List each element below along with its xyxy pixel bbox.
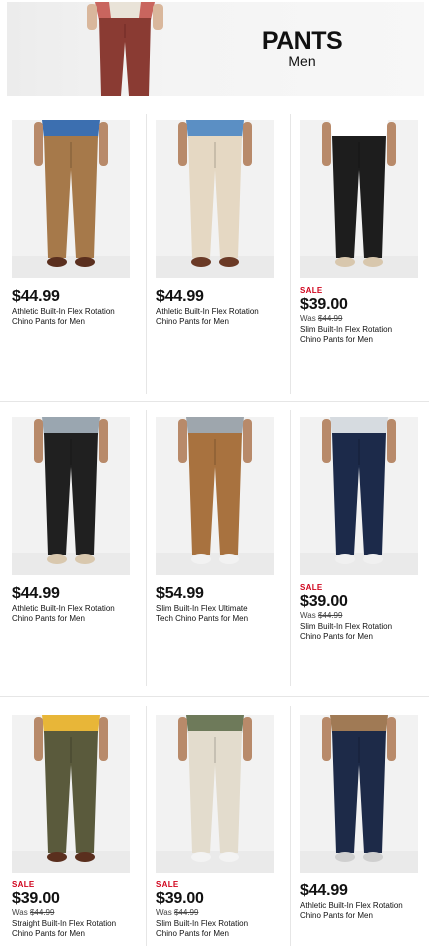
product-name-line: Chino Pants for Men <box>12 317 85 326</box>
banner-model-image <box>87 2 163 96</box>
grid-divider <box>290 706 291 946</box>
was-label: Was <box>300 314 318 323</box>
product-name-line: Chino Pants for Men <box>156 929 229 938</box>
product-name-link[interactable]: Slim Built-In Flex Rotation Chino Pants f… <box>300 622 428 642</box>
was-price: Was $44.99 <box>156 908 198 917</box>
product-name-line: Slim Built-In Flex Rotation <box>156 919 249 928</box>
product-name-link[interactable]: Athletic Built-In Flex Rotation Chino Pan… <box>156 307 284 327</box>
was-label: Was <box>12 908 30 917</box>
product-price: $39.00 <box>156 890 204 907</box>
product-image[interactable] <box>12 120 130 278</box>
original-price: $44.99 <box>173 908 199 917</box>
product-image[interactable] <box>12 715 130 873</box>
product-name-line: Slim Built-In Flex Rotation <box>300 622 393 631</box>
product-name-line: Chino Pants for Men <box>300 911 373 920</box>
row-divider <box>0 401 429 402</box>
was-label: Was <box>156 908 174 917</box>
product-name-line: Athletic Built-In Flex Rotation <box>156 307 259 316</box>
product-name-link[interactable]: Slim Built-In Flex Ultimate Tech Chino Pa… <box>156 604 284 624</box>
product-price: $39.00 <box>12 890 60 907</box>
product-price: $54.99 <box>156 585 204 602</box>
product-price: $44.99 <box>156 288 204 305</box>
was-label: Was <box>300 611 318 620</box>
product-image[interactable] <box>12 417 130 575</box>
product-price: $44.99 <box>300 882 348 899</box>
product-name-line: Chino Pants for Men <box>300 632 373 641</box>
product-price: $39.00 <box>300 593 348 610</box>
product-name-line: Chino Pants for Men <box>12 614 85 623</box>
sale-badge: SALE <box>300 583 323 592</box>
row-divider <box>0 696 429 697</box>
sale-badge: SALE <box>300 286 323 295</box>
grid-divider <box>146 410 147 686</box>
product-name-link[interactable]: Slim Built-In Flex Rotation Chino Pants f… <box>300 325 428 345</box>
product-image[interactable] <box>300 417 418 575</box>
banner-title: PANTS Men <box>247 28 357 68</box>
was-price: Was $44.99 <box>300 611 342 620</box>
product-price: $44.99 <box>12 288 60 305</box>
product-name-line: Straight Built-In Flex Rotation <box>12 919 117 928</box>
was-price: Was $44.99 <box>300 314 342 323</box>
product-image[interactable] <box>156 417 274 575</box>
product-name-line: Athletic Built-In Flex Rotation <box>300 901 403 910</box>
product-name-line: Athletic Built-In Flex Rotation <box>12 307 115 316</box>
grid-divider <box>146 114 147 394</box>
original-price: $44.99 <box>317 611 343 620</box>
sale-badge: SALE <box>12 880 35 889</box>
sale-badge: SALE <box>156 880 179 889</box>
was-price: Was $44.99 <box>12 908 54 917</box>
grid-divider <box>290 114 291 394</box>
grid-divider <box>290 410 291 686</box>
product-name-line: Tech Chino Pants for Men <box>156 614 249 623</box>
product-name-line: Slim Built-In Flex Ultimate <box>156 604 248 613</box>
product-image[interactable] <box>156 715 274 873</box>
product-name-link[interactable]: Straight Built-In Flex Rotation Chino Pan… <box>12 919 140 939</box>
banner-subheading: Men <box>288 53 316 69</box>
product-name-link[interactable]: Slim Built-In Flex Rotation Chino Pants f… <box>156 919 284 939</box>
product-name-link[interactable]: Athletic Built-In Flex Rotation Chino Pan… <box>300 901 428 921</box>
product-image[interactable] <box>300 715 418 873</box>
grid-divider <box>146 706 147 946</box>
product-name-link[interactable]: Athletic Built-In Flex Rotation Chino Pan… <box>12 307 140 327</box>
category-banner: PANTS Men <box>7 2 424 96</box>
banner-heading: PANTS <box>261 27 343 55</box>
product-name-link[interactable]: Athletic Built-In Flex Rotation Chino Pan… <box>12 604 140 624</box>
product-price: $44.99 <box>12 585 60 602</box>
product-name-line: Chino Pants for Men <box>12 929 85 938</box>
product-name-line: Chino Pants for Men <box>156 317 229 326</box>
product-name-line: Athletic Built-In Flex Rotation <box>12 604 115 613</box>
original-price: $44.99 <box>29 908 55 917</box>
product-image[interactable] <box>156 120 274 278</box>
product-name-line: Slim Built-In Flex Rotation <box>300 325 393 334</box>
original-price: $44.99 <box>317 314 343 323</box>
product-image[interactable] <box>300 120 418 278</box>
product-price: $39.00 <box>300 296 348 313</box>
product-name-line: Chino Pants for Men <box>300 335 373 344</box>
